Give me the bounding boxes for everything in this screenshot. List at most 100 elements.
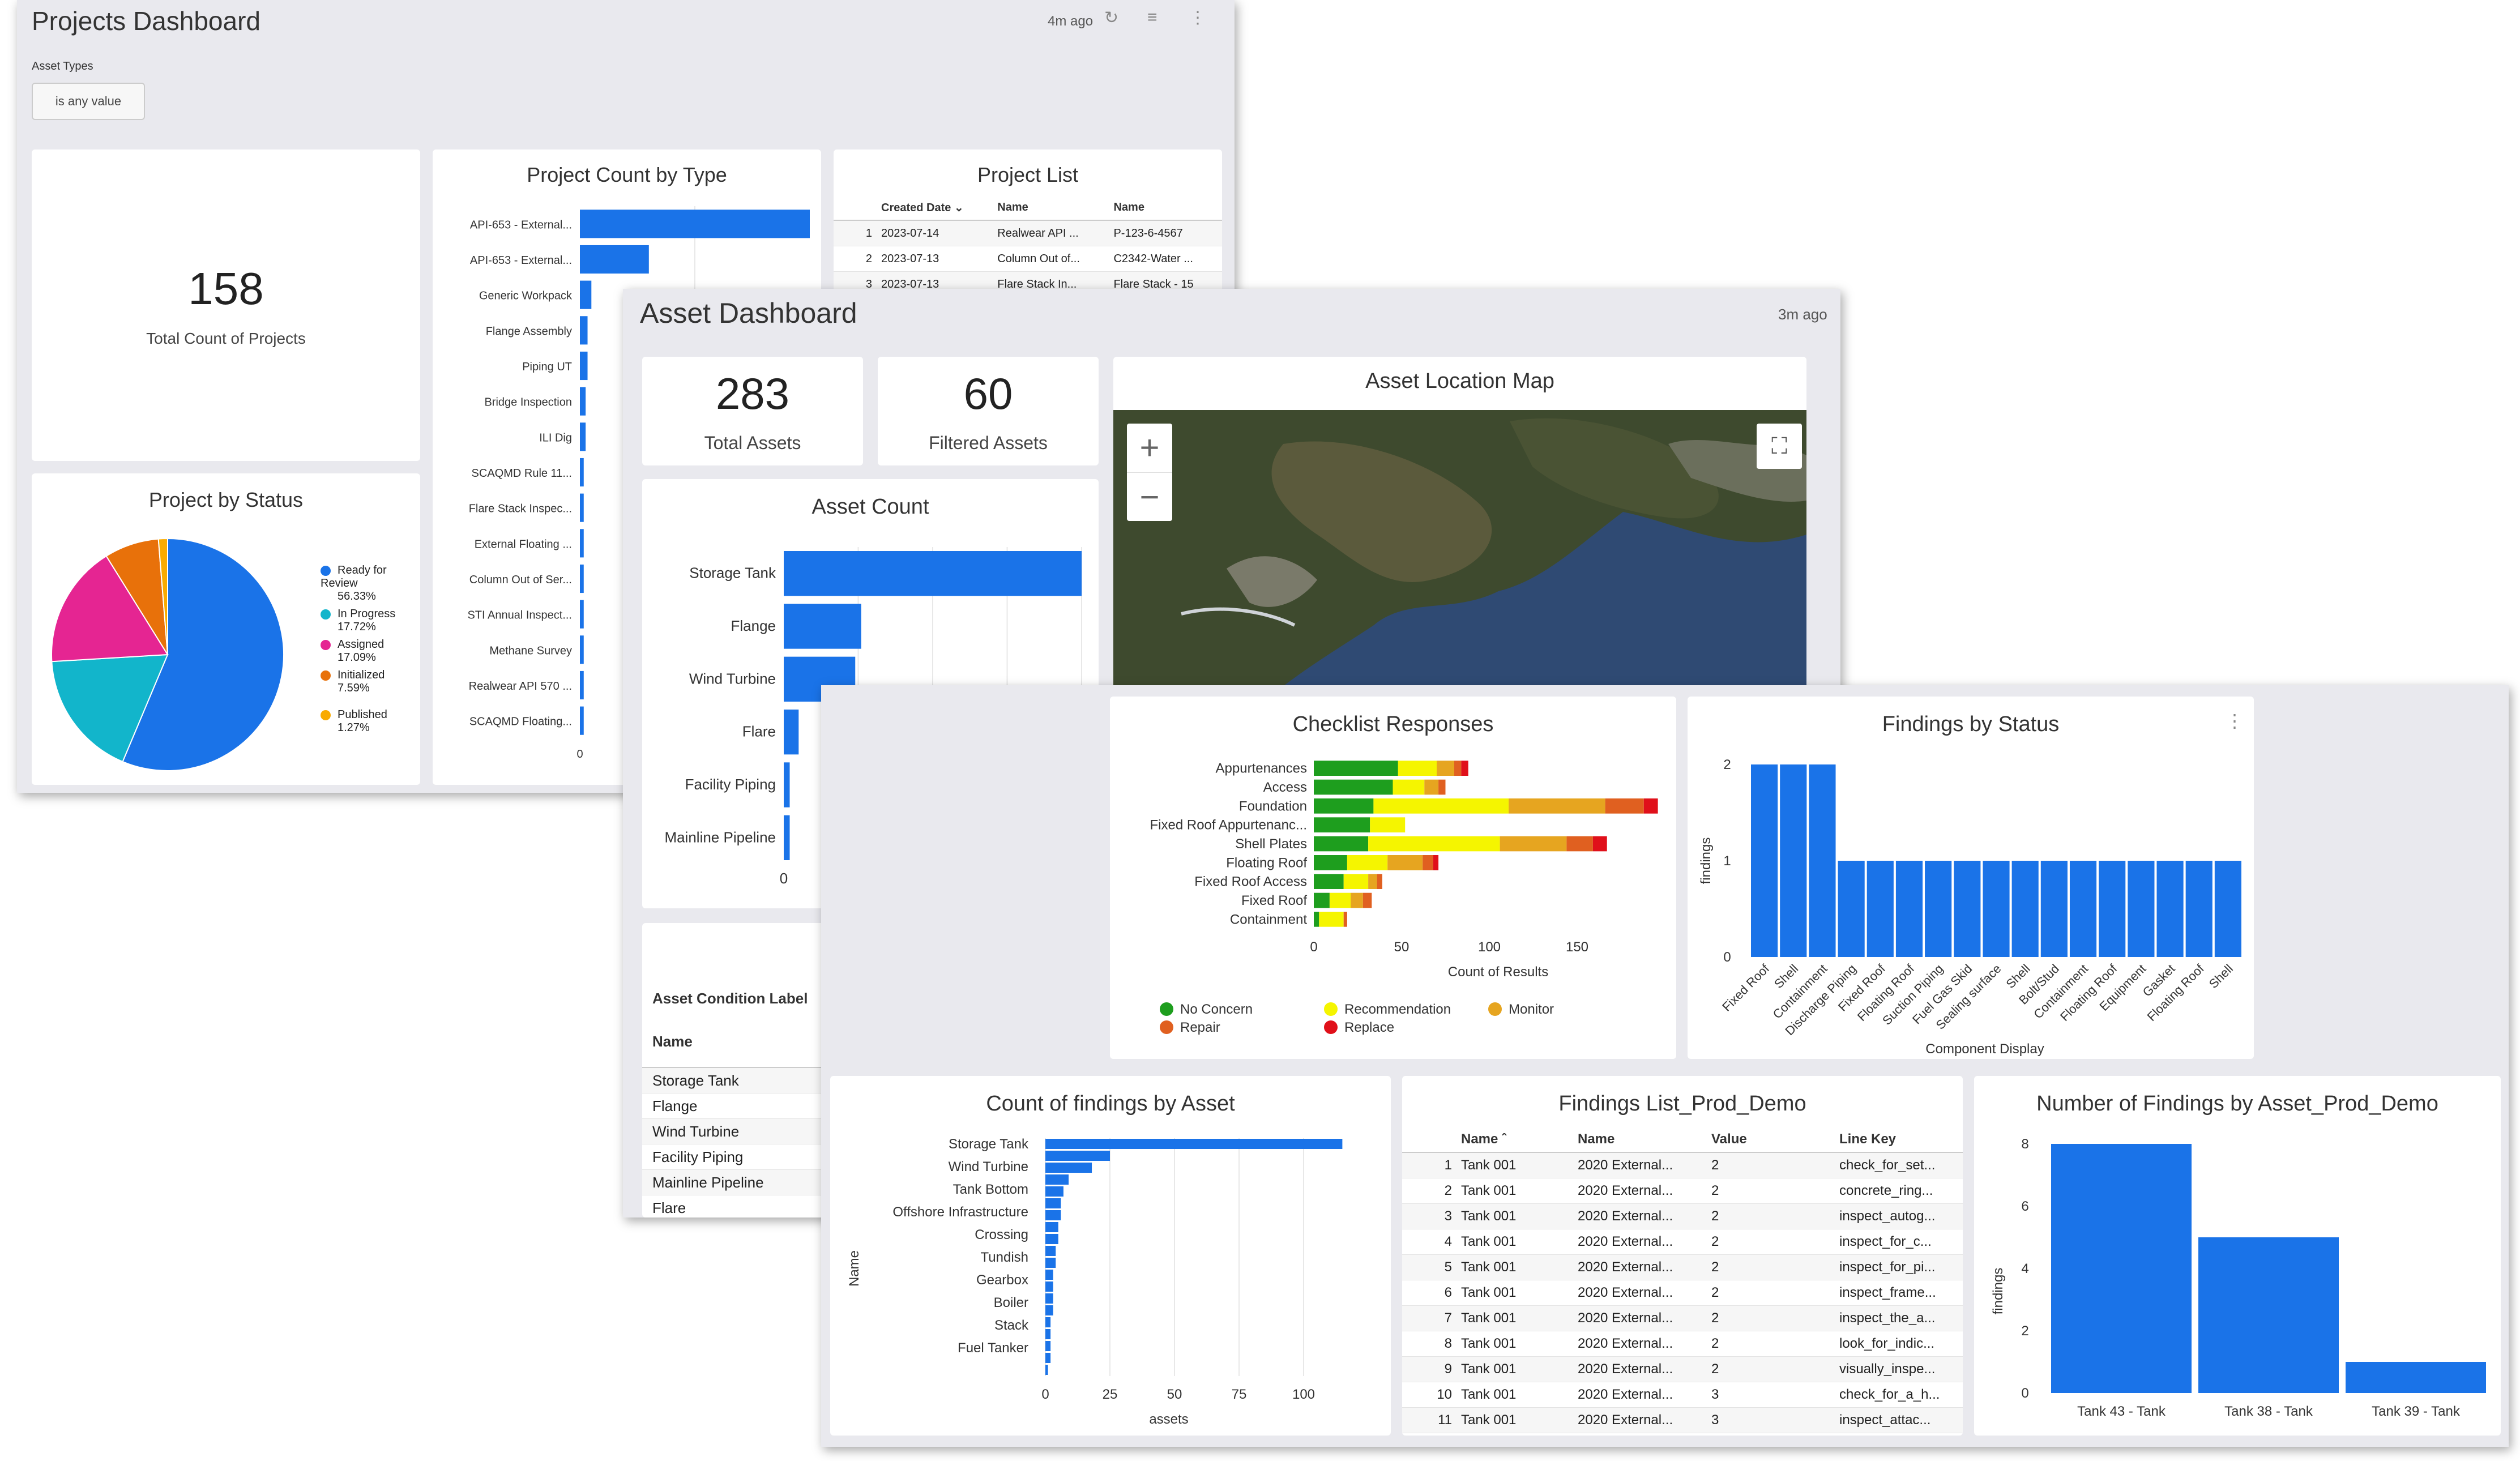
stacked-bar-segment[interactable] — [1314, 798, 1374, 814]
column-header-value[interactable]: Value — [1707, 1127, 1835, 1153]
bar[interactable] — [1045, 1317, 1051, 1327]
legend-label[interactable]: No Concern — [1180, 1002, 1253, 1017]
bar[interactable] — [1045, 1293, 1053, 1304]
bar[interactable] — [784, 815, 790, 860]
bar[interactable] — [1045, 1353, 1051, 1363]
bar[interactable] — [1045, 1222, 1058, 1232]
bar[interactable] — [1045, 1270, 1053, 1280]
bar[interactable] — [1045, 1365, 1048, 1375]
stacked-bar-segment[interactable] — [1351, 892, 1363, 908]
bar[interactable] — [1045, 1234, 1058, 1244]
bar[interactable] — [1780, 764, 1807, 957]
refresh-icon[interactable]: ↻ — [1104, 8, 1118, 28]
table-row[interactable]: 3 Tank 001 2020 External... 2 inspect_autog.… — [1402, 1203, 1963, 1229]
legend-label[interactable]: Repair — [1180, 1020, 1220, 1035]
stacked-bar-segment[interactable] — [1314, 874, 1344, 889]
table-row[interactable]: 9 Tank 001 2020 External... 2 visually_inspe… — [1402, 1356, 1963, 1382]
bar[interactable] — [580, 458, 584, 487]
stacked-bar-segment[interactable] — [1314, 817, 1370, 832]
stacked-bar-segment[interactable] — [1368, 836, 1500, 852]
table-row[interactable]: 5 Tank 001 2020 External... 2 inspect_for_pi… — [1402, 1254, 1963, 1280]
more-options-icon[interactable]: ⋮ — [2226, 710, 2244, 732]
bar[interactable] — [1045, 1198, 1061, 1208]
table-row[interactable]: 7 Tank 001 2020 External... 2 inspect_the_a.… — [1402, 1305, 1963, 1331]
bar[interactable] — [1045, 1281, 1053, 1292]
stacked-bar-segment[interactable] — [1605, 798, 1644, 814]
column-header-created-date[interactable]: Created Date ⌄ — [877, 195, 993, 221]
stacked-bar-segment[interactable] — [1423, 855, 1433, 870]
stacked-bar-segment[interactable] — [1437, 761, 1454, 776]
bar[interactable] — [2156, 861, 2184, 957]
bar[interactable] — [580, 316, 588, 345]
bar[interactable] — [580, 706, 584, 735]
bar[interactable] — [1925, 861, 1952, 957]
stacked-bar-segment[interactable] — [1454, 761, 1462, 776]
bar[interactable] — [2185, 861, 2213, 957]
legend-label[interactable]: Monitor — [1509, 1002, 1554, 1017]
bar[interactable] — [1045, 1151, 1110, 1161]
stacked-bar-segment[interactable] — [1509, 798, 1605, 814]
zoom-in-button[interactable]: + — [1127, 424, 1172, 473]
bar[interactable] — [1866, 861, 1894, 957]
bar[interactable] — [580, 210, 810, 238]
bar[interactable] — [1045, 1246, 1056, 1256]
stacked-bar-segment[interactable] — [1314, 912, 1319, 927]
stacked-bar-segment[interactable] — [1370, 817, 1406, 832]
zoom-out-button[interactable]: − — [1127, 473, 1172, 522]
stacked-bar-segment[interactable] — [1314, 855, 1347, 870]
bar[interactable] — [784, 762, 790, 808]
stacked-bar-segment[interactable] — [1329, 892, 1351, 908]
bar[interactable] — [1983, 861, 2010, 957]
legend-label[interactable]: Replace — [1344, 1020, 1394, 1035]
stacked-bar-segment[interactable] — [1343, 912, 1347, 927]
stacked-bar-segment[interactable] — [1438, 779, 1446, 795]
bar[interactable] — [580, 600, 584, 629]
bar[interactable] — [1045, 1258, 1056, 1268]
stacked-bar-segment[interactable] — [1433, 855, 1439, 870]
column-header-name[interactable]: Name — [993, 195, 1109, 221]
stacked-bar-segment[interactable] — [1398, 761, 1437, 776]
bar[interactable] — [1045, 1139, 1343, 1149]
bar[interactable] — [2346, 1362, 2486, 1393]
bar[interactable] — [1809, 764, 1836, 957]
stacked-bar-segment[interactable] — [1314, 761, 1398, 776]
bar[interactable] — [1954, 861, 1981, 957]
table-row[interactable]: 10 Tank 001 2020 External... 3 check_for_a_h… — [1402, 1382, 1963, 1408]
column-header-name[interactable]: Name — [1573, 1127, 1707, 1153]
bar[interactable] — [1045, 1186, 1063, 1197]
stacked-bar-segment[interactable] — [1377, 874, 1382, 889]
bar[interactable] — [2198, 1237, 2339, 1393]
bar[interactable] — [580, 670, 584, 700]
bar[interactable] — [580, 245, 649, 274]
column-header-name[interactable]: Name ˆ — [1457, 1127, 1573, 1153]
table-row[interactable]: 6 Tank 001 2020 External... 2 inspect_frame.… — [1402, 1280, 1963, 1306]
bar[interactable] — [784, 710, 799, 755]
bar[interactable] — [580, 493, 584, 522]
stacked-bar-segment[interactable] — [1461, 761, 1468, 776]
satellite-map[interactable]: + − ⛶ — [1113, 410, 1806, 708]
bar[interactable] — [580, 280, 592, 309]
stacked-bar-segment[interactable] — [1319, 912, 1344, 927]
bar[interactable] — [1045, 1305, 1053, 1315]
bar[interactable] — [2128, 861, 2155, 957]
table-row[interactable]: 4 Tank 001 2020 External... 2 inspect_for_c.… — [1402, 1229, 1963, 1255]
bar[interactable] — [2069, 861, 2097, 957]
table-row[interactable]: 1 Tank 001 2020 External... 2 check_for_set.… — [1402, 1152, 1963, 1178]
bar[interactable] — [580, 635, 584, 664]
bar[interactable] — [1838, 861, 1865, 957]
stacked-bar-segment[interactable] — [1343, 874, 1369, 889]
bar[interactable] — [1045, 1174, 1069, 1185]
stacked-bar-segment[interactable] — [1362, 892, 1372, 908]
bar[interactable] — [2214, 861, 2241, 957]
bar[interactable] — [2011, 861, 2039, 957]
column-header-name[interactable]: Name — [1109, 195, 1222, 221]
stacked-bar-segment[interactable] — [1500, 836, 1567, 852]
stacked-bar-segment[interactable] — [1387, 855, 1423, 870]
asset-types-filter-button[interactable]: is any value — [32, 83, 145, 120]
stacked-bar-segment[interactable] — [1566, 836, 1593, 852]
table-row[interactable]: 11 Tank 001 2020 External... 3 inspect_attac… — [1402, 1407, 1963, 1433]
more-options-icon[interactable]: ⋮ — [1189, 8, 1206, 28]
bar[interactable] — [1751, 764, 1778, 957]
stacked-bar-segment[interactable] — [1314, 779, 1393, 795]
bar[interactable] — [1045, 1341, 1051, 1351]
